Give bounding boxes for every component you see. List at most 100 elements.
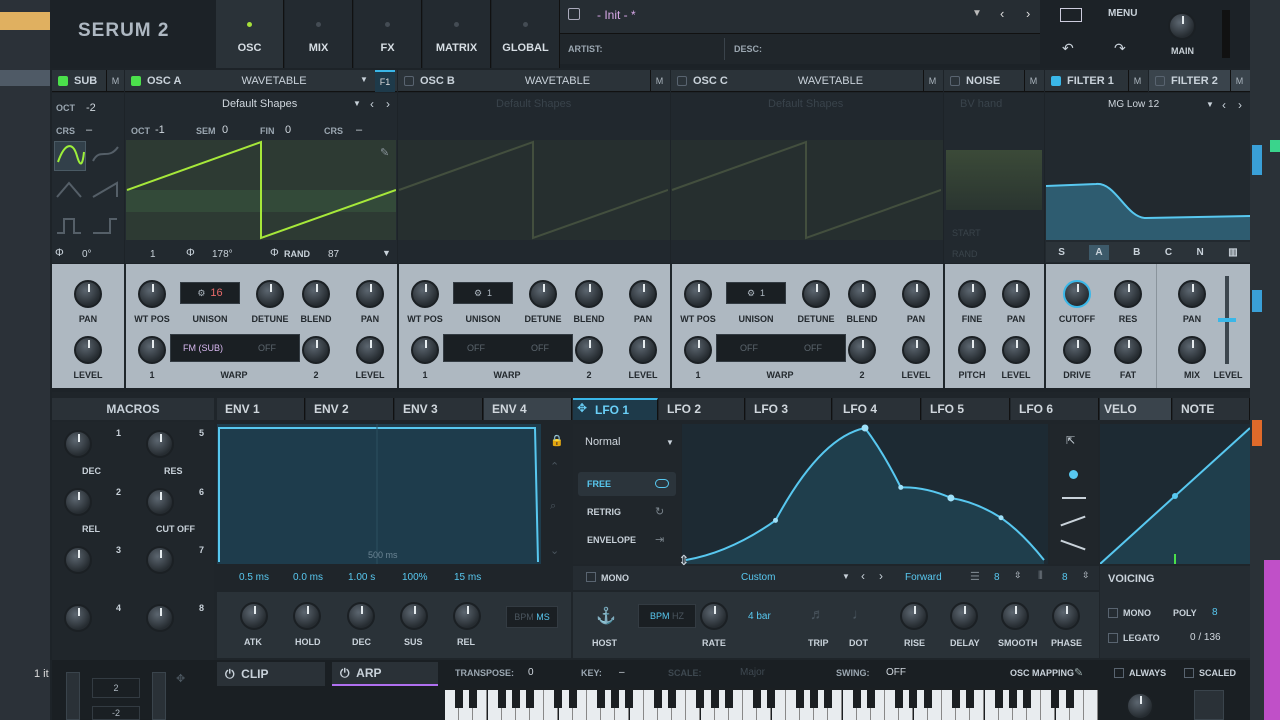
tab-env3[interactable]: ENV 3	[395, 398, 483, 420]
lfo-dotted-icon[interactable]: ♩	[852, 606, 867, 623]
piano-black-key[interactable]	[511, 690, 520, 708]
env-bpm-ms-toggle[interactable]: BPM MS	[506, 606, 558, 628]
osca-wavetable-display[interactable]	[126, 140, 397, 240]
filter-route-noise[interactable]: N	[1197, 247, 1204, 258]
lfo-export-icon[interactable]: ⇱	[1066, 434, 1075, 447]
filter-response-display[interactable]	[1045, 140, 1251, 240]
piano-black-key[interactable]	[909, 690, 918, 708]
macro-2-label[interactable]: REL	[82, 524, 100, 534]
osca-table-name[interactable]: Default Shapes	[222, 98, 297, 110]
env-zoom-out-icon[interactable]: ⌄	[550, 544, 559, 557]
noise-enable-led[interactable]	[950, 75, 960, 86]
osca-phase-value[interactable]: 178°	[212, 249, 233, 260]
filter2-mute-button[interactable]: M	[1230, 70, 1248, 92]
menu-button[interactable]: MENU	[1108, 8, 1137, 19]
oscb-enable-led[interactable]	[404, 75, 414, 86]
oscb-mute-button[interactable]: M	[650, 70, 668, 92]
lfo-direction[interactable]: Forward	[905, 572, 942, 583]
noise-table-name[interactable]: BV hand	[960, 98, 1002, 110]
filter-type[interactable]: MG Low 12	[1108, 99, 1159, 110]
piano-black-key[interactable]	[895, 690, 904, 708]
filter-next-icon[interactable]: ›	[1238, 98, 1242, 112]
macro-6-knob[interactable]	[146, 488, 174, 516]
piano-black-key[interactable]	[668, 690, 676, 708]
undo-icon[interactable]: ↶	[1062, 40, 1074, 57]
piano-black-key[interactable]	[526, 690, 534, 708]
lfo-point[interactable]	[898, 484, 904, 490]
piano-black-key[interactable]	[852, 690, 861, 708]
env-hold-value[interactable]: 0.0 ms	[293, 572, 323, 583]
key-value[interactable]: –	[619, 667, 625, 678]
preset-name[interactable]: - Init - *	[597, 8, 636, 22]
osca-f1-button[interactable]: F1	[375, 70, 395, 92]
lfo-shape-select[interactable]: Custom	[741, 572, 775, 583]
lfo-flat-tool-icon[interactable]	[1062, 497, 1086, 499]
voicing-poly-value[interactable]: 8	[1212, 607, 1218, 618]
lfo-retrig-label[interactable]: RETRIG	[587, 507, 621, 517]
osca-edit-icon[interactable]: ✎	[380, 146, 389, 159]
osca-wtpos-knob[interactable]	[138, 280, 166, 308]
noise-level-knob[interactable]	[1002, 336, 1030, 364]
noise-fine-knob[interactable]	[958, 280, 986, 308]
tab-env1[interactable]: ENV 1	[217, 398, 305, 420]
env-atk-knob[interactable]	[240, 602, 268, 630]
filter-level-handle[interactable]	[1218, 318, 1236, 322]
osca-crs-value[interactable]: –	[356, 124, 362, 136]
osca-detune-knob[interactable]	[256, 280, 284, 308]
tab-matrix[interactable]: MATRIX	[423, 0, 491, 68]
env-atk-value[interactable]: 0.5 ms	[239, 572, 269, 583]
oscb-level-knob[interactable]	[629, 336, 657, 364]
osca-warp2-knob[interactable]	[302, 336, 330, 364]
bend-down-stepper[interactable]: -2	[92, 706, 140, 720]
osc-mapping-edit-icon[interactable]: ✎	[1074, 666, 1083, 679]
env-dec-value[interactable]: 1.00 s	[348, 572, 375, 583]
osca-unison-control[interactable]: ⚙ 16	[180, 282, 240, 304]
piano-black-key[interactable]	[767, 690, 776, 708]
macro-1-label[interactable]: DEC	[82, 466, 101, 476]
oscb-warp-menu[interactable]: OFF OFF	[443, 334, 573, 362]
tab-lfo2[interactable]: LFO 2	[659, 398, 745, 420]
tab-env2[interactable]: ENV 2	[306, 398, 394, 420]
osca-oct-value[interactable]: -1	[155, 124, 165, 136]
env-dec-knob[interactable]	[347, 602, 375, 630]
piano-black-key[interactable]	[653, 690, 662, 708]
piano-white-key[interactable]	[1084, 690, 1098, 720]
noise-pitch-knob[interactable]	[958, 336, 986, 364]
osca-table-dropdown-icon[interactable]: ▼	[353, 99, 361, 108]
pitch-wheel[interactable]	[66, 672, 80, 720]
sub-level-knob[interactable]	[74, 336, 102, 364]
osc-mapping-label[interactable]: OSC MAPPING	[1010, 668, 1074, 678]
piano-black-key[interactable]	[866, 690, 875, 708]
piano-black-key[interactable]	[753, 690, 762, 708]
oscc-level-knob[interactable]	[902, 336, 930, 364]
oscc-blend-knob[interactable]	[848, 280, 876, 308]
lfo-mode-dropdown-icon[interactable]: ▼	[666, 438, 674, 447]
lfo-point[interactable]	[998, 515, 1004, 521]
filter-route-b[interactable]: B	[1133, 247, 1140, 258]
lfo-grid-x-value[interactable]: 8	[994, 572, 1000, 583]
piano-black-key[interactable]	[994, 690, 1003, 708]
clip-tab[interactable]: ⏻ CLIP	[217, 662, 325, 686]
piano-black-key[interactable]	[952, 690, 960, 708]
osca-type[interactable]: WAVETABLE	[241, 75, 306, 87]
env-rel-value[interactable]: 15 ms	[454, 572, 481, 583]
osca-rand-value[interactable]: 87	[328, 249, 339, 260]
keyboard[interactable]	[445, 688, 1099, 720]
tab-lfo4[interactable]: LFO 4	[833, 398, 921, 420]
filter2-enable-led[interactable]	[1155, 75, 1165, 86]
drag-handle-icon[interactable]: ✥	[176, 672, 185, 685]
filter-route-all[interactable]: ▥	[1228, 247, 1237, 258]
mod-wheel[interactable]	[152, 672, 166, 720]
always-checkbox[interactable]	[1114, 668, 1124, 678]
sub-oct-value[interactable]: -2	[86, 102, 96, 114]
prev-preset-icon[interactable]: ‹	[1000, 6, 1004, 21]
piano-black-key[interactable]	[554, 690, 563, 708]
osca-type-dropdown-icon[interactable]: ▼	[360, 75, 368, 84]
macro-5-label[interactable]: RES	[164, 466, 183, 476]
swing-value[interactable]: OFF	[886, 667, 906, 678]
lfo-rate-value[interactable]: 4 bar	[748, 611, 771, 622]
osca-level-knob[interactable]	[356, 336, 384, 364]
sub-shape-saw[interactable]	[90, 177, 122, 207]
sub-shape-triangle[interactable]	[54, 177, 86, 207]
lfo-rise-knob[interactable]	[900, 602, 928, 630]
